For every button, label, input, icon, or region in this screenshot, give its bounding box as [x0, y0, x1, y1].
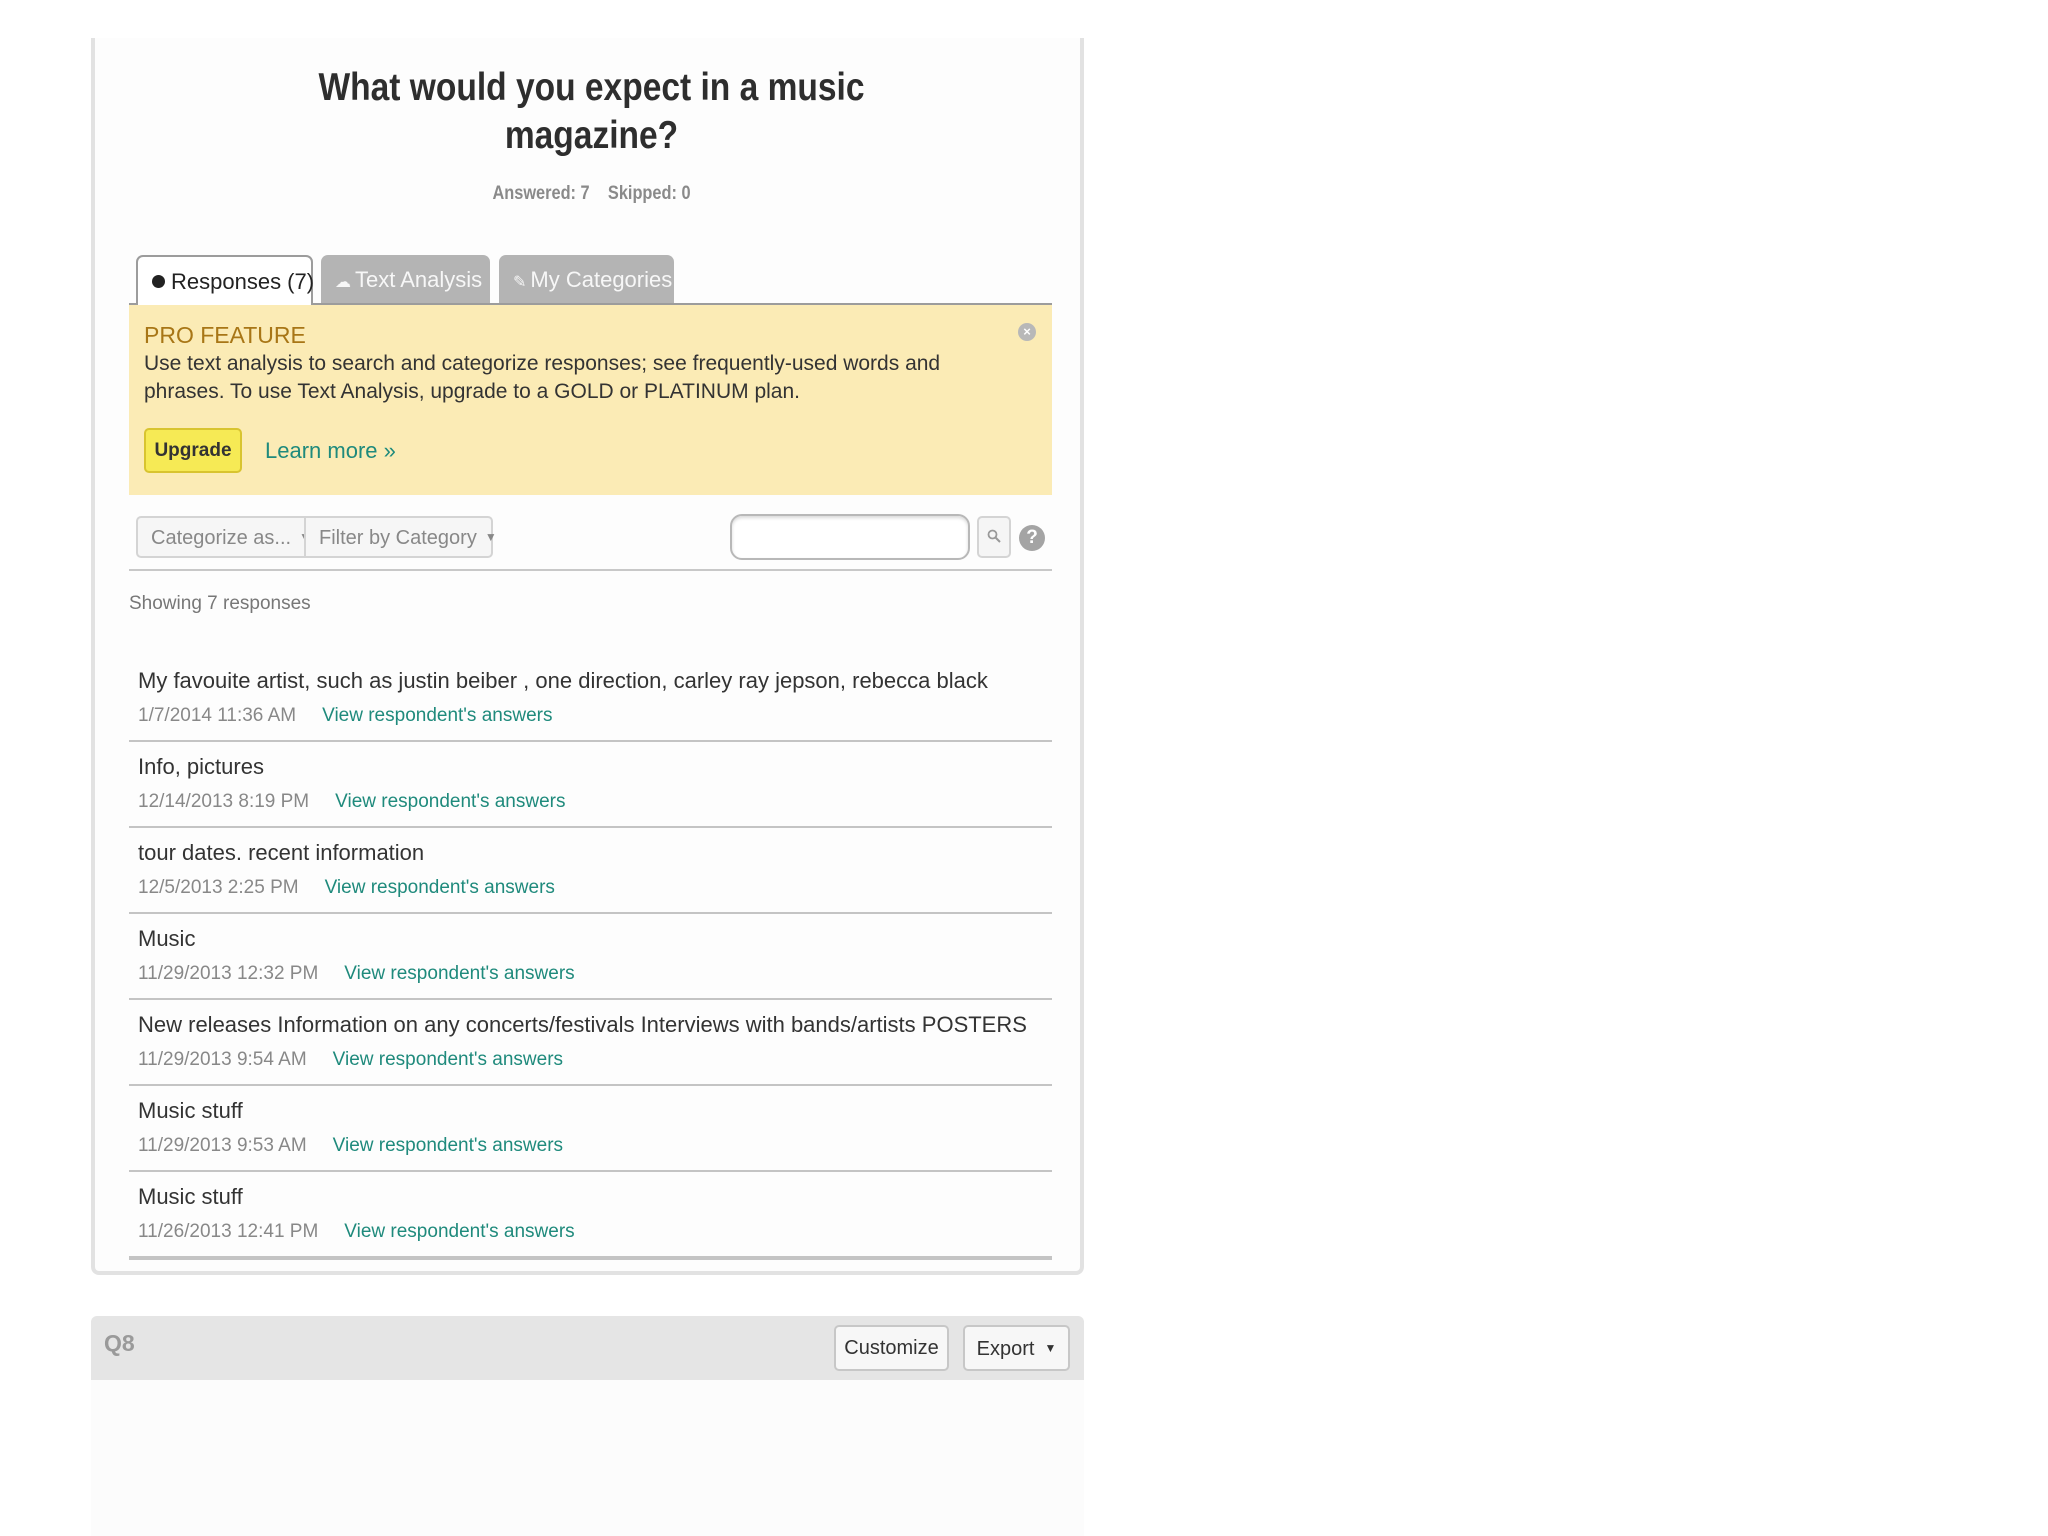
- response-meta: 1/7/2014 11:36 AM View respondent's answe…: [138, 705, 552, 727]
- tab-text-analysis-label: Text Analysis: [355, 267, 483, 292]
- pro-feature-banner: PRO FEATURE Use text analysis to search …: [129, 305, 1052, 495]
- list-divider: [129, 1258, 1052, 1262]
- question-title-line2: magazine?: [504, 114, 679, 157]
- search-input[interactable]: [730, 514, 970, 560]
- tab-my-categories-label: My Categories: [530, 267, 673, 292]
- response-date: 11/29/2013 12:32 PM: [138, 963, 319, 984]
- question-card: What would you expect in a music magazin…: [91, 38, 1084, 1275]
- response-meta: 11/29/2013 9:54 AM View respondent's answ…: [138, 1049, 563, 1071]
- caret-down-icon: ▼: [1044, 1341, 1057, 1355]
- filter-by-category-dropdown[interactable]: Filter by Category ▼: [304, 516, 497, 558]
- response-meta: 12/5/2013 2:25 PM View respondent's answe…: [138, 877, 555, 899]
- categorize-dropdown-label: Categorize as...: [151, 527, 292, 549]
- response-row: Music stuff 11/29/2013 9:53 AM View respo…: [129, 1086, 1052, 1172]
- question-title: What would you expect in a music magazin…: [165, 64, 1019, 160]
- search-icon: [987, 529, 1001, 543]
- next-question-body: [91, 1380, 1084, 1536]
- question-title-line1: What would you expect in a music: [318, 66, 865, 109]
- response-row: New releases Information on any concerts…: [129, 1000, 1052, 1086]
- pro-feature-text: Use text analysis to search and categori…: [144, 352, 941, 403]
- response-text: tour dates. recent information: [138, 840, 425, 865]
- view-answers-link[interactable]: View respondent's answers: [333, 1049, 563, 1070]
- response-toolbar: Categorize as...▼ Filter by Category ▼ ?: [129, 513, 1052, 571]
- export-button[interactable]: Export ▼: [963, 1325, 1070, 1371]
- response-text: Music: [138, 926, 196, 951]
- tab-bar: Responses (7) ☁ Text Analysis ✎ My Categor…: [129, 255, 1052, 307]
- response-list: My favouite artist, such as justin beibe…: [129, 656, 1052, 1262]
- pro-feature-title: PRO FEATURE: [144, 322, 306, 348]
- response-text: Music stuff: [138, 1098, 243, 1123]
- response-row: Music stuff 11/26/2013 12:41 PM View resp…: [129, 1172, 1052, 1258]
- response-meta: 12/14/2013 8:19 PM View respondent's answ…: [138, 791, 566, 813]
- upgrade-button[interactable]: Upgrade: [144, 428, 242, 473]
- skipped-count: Skipped: 0: [607, 183, 691, 204]
- cloud-icon: ☁: [335, 274, 351, 291]
- tab-my-categories[interactable]: ✎ My Categories: [499, 255, 674, 303]
- response-text: Music stuff: [138, 1184, 243, 1209]
- view-answers-link[interactable]: View respondent's answers: [344, 1221, 574, 1242]
- showing-count: Showing 7 responses: [129, 593, 311, 614]
- response-meta: 11/26/2013 12:41 PM View respondent's ans…: [138, 1221, 575, 1243]
- tab-responses-label: Responses (7): [171, 269, 315, 294]
- close-icon[interactable]: ×: [1018, 323, 1036, 341]
- response-meta: 11/29/2013 12:32 PM View respondent's ans…: [138, 963, 575, 985]
- tab-text-analysis[interactable]: ☁ Text Analysis: [321, 255, 490, 303]
- response-meta: 11/29/2013 9:53 AM View respondent's answ…: [138, 1135, 563, 1157]
- filter-dropdown-label: Filter by Category: [319, 527, 477, 549]
- response-date: 1/7/2014 11:36 AM: [138, 705, 297, 726]
- view-answers-link[interactable]: View respondent's answers: [335, 791, 565, 812]
- response-date: 12/14/2013 8:19 PM: [138, 791, 310, 812]
- response-date: 11/26/2013 12:41 PM: [138, 1221, 319, 1242]
- tab-responses[interactable]: Responses (7): [136, 255, 315, 307]
- response-row: My favouite artist, such as justin beibe…: [129, 656, 1052, 742]
- learn-more-link[interactable]: Learn more »: [265, 438, 396, 464]
- view-answers-link[interactable]: View respondent's answers: [325, 877, 555, 898]
- response-date: 11/29/2013 9:53 AM: [138, 1135, 307, 1156]
- response-text: New releases Information on any concerts…: [138, 1012, 1027, 1037]
- bullet-icon: [152, 275, 165, 288]
- next-question-header: Q8 Customize Export ▼: [91, 1316, 1084, 1380]
- response-row: Music 11/29/2013 12:32 PM View respondent…: [129, 914, 1052, 1000]
- response-date: 12/5/2013 2:25 PM: [138, 877, 299, 898]
- tag-icon: ✎: [513, 274, 527, 291]
- caret-down-icon: ▼: [484, 530, 497, 544]
- view-answers-link[interactable]: View respondent's answers: [322, 705, 552, 726]
- response-date: 11/29/2013 9:54 AM: [138, 1049, 307, 1070]
- response-text: Info, pictures: [138, 754, 264, 779]
- customize-button[interactable]: Customize: [834, 1325, 949, 1371]
- response-row: tour dates. recent information 12/5/2013…: [129, 828, 1052, 914]
- question-stats: Answered: 7 Skipped: 0: [165, 183, 1019, 205]
- help-icon[interactable]: ?: [1019, 525, 1045, 551]
- view-answers-link[interactable]: View respondent's answers: [333, 1135, 563, 1156]
- question-number: Q8: [104, 1330, 135, 1356]
- answered-count: Answered: 7: [492, 183, 590, 204]
- view-answers-link[interactable]: View respondent's answers: [344, 963, 574, 984]
- response-text: My favouite artist, such as justin beibe…: [138, 668, 988, 693]
- response-row: Info, pictures 12/14/2013 8:19 PM View re…: [129, 742, 1052, 828]
- categorize-dropdown[interactable]: Categorize as...▼: [136, 516, 311, 558]
- export-button-label: Export: [976, 1338, 1035, 1360]
- search-button[interactable]: [977, 516, 1011, 558]
